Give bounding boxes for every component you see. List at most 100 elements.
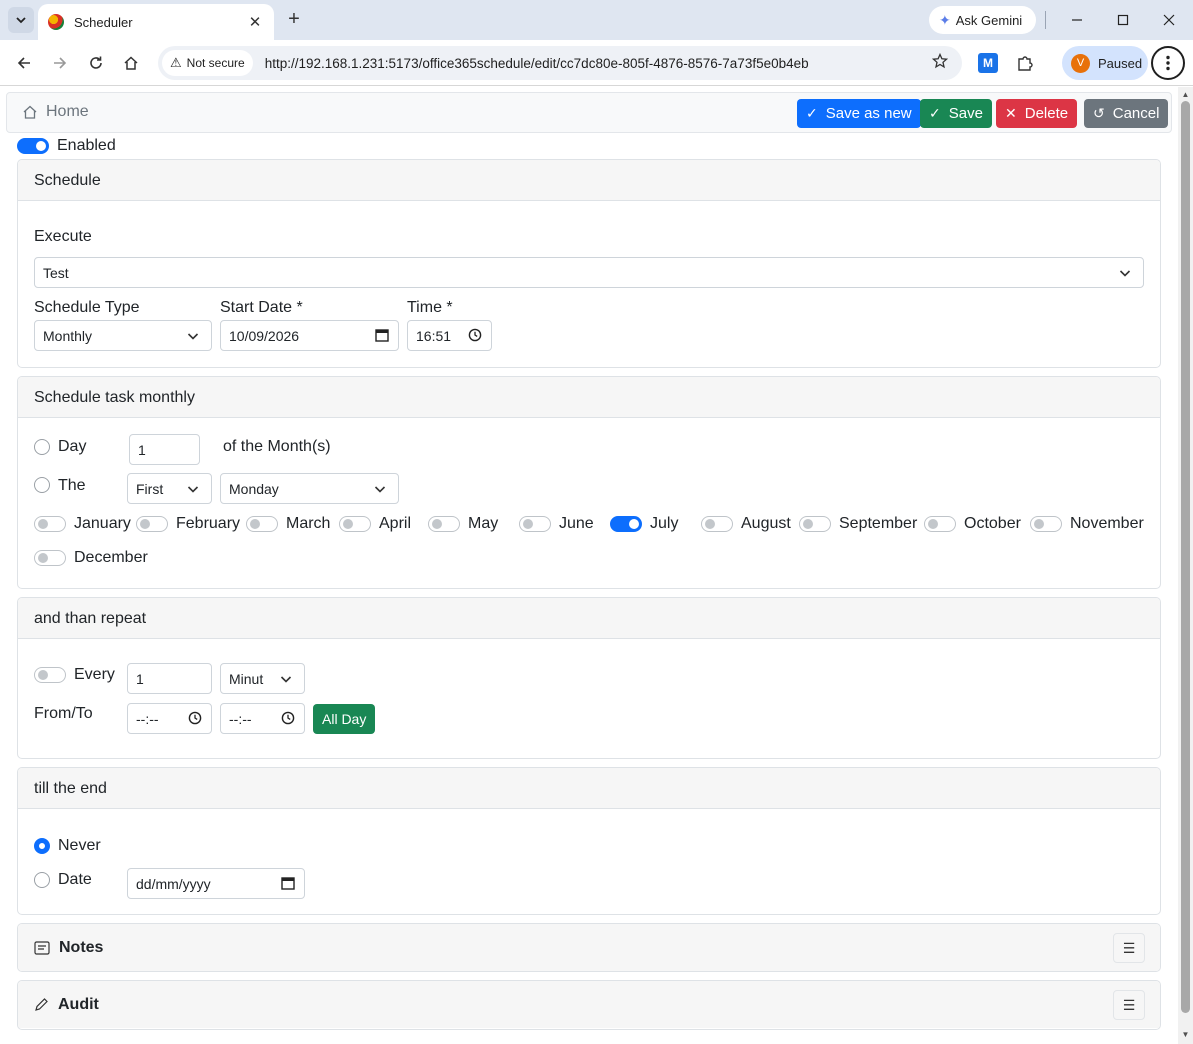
- end-date-radio[interactable]: [34, 872, 50, 888]
- profile-button[interactable]: V Paused: [1062, 46, 1148, 80]
- month-toggle-november[interactable]: November: [1030, 515, 1144, 533]
- month-toggle-september[interactable]: September: [799, 515, 917, 533]
- start-date-input[interactable]: 10/09/2026: [220, 320, 399, 351]
- repeat-unit-select[interactable]: Minut: [220, 663, 305, 694]
- to-time-input[interactable]: --:--: [220, 703, 305, 734]
- never-radio[interactable]: [34, 838, 50, 854]
- month-toggle-february[interactable]: February: [136, 515, 240, 533]
- day-label: Day: [58, 438, 87, 455]
- every-switch[interactable]: [34, 667, 66, 683]
- month-switch[interactable]: [246, 516, 278, 532]
- security-label: Not secure: [186, 56, 245, 70]
- audit-toggle-button[interactable]: ☰: [1113, 990, 1145, 1020]
- all-day-button[interactable]: All Day: [313, 704, 376, 734]
- weekday-value: Monday: [229, 480, 279, 497]
- weekday-select[interactable]: Monday: [220, 473, 399, 504]
- tab-close-icon[interactable]: ✕: [246, 13, 264, 31]
- notes-header[interactable]: Notes: [18, 924, 1160, 971]
- month-switch[interactable]: [610, 516, 642, 532]
- notes-toggle-button[interactable]: ☰: [1113, 933, 1145, 963]
- ask-gemini-button[interactable]: ✦ Ask Gemini: [929, 6, 1036, 34]
- from-time-input[interactable]: --:--: [127, 703, 212, 734]
- month-toggle-april[interactable]: April: [339, 515, 411, 533]
- month-toggle-march[interactable]: March: [246, 515, 330, 533]
- month-switch[interactable]: [136, 516, 168, 532]
- security-indicator[interactable]: ⚠ Not secure: [162, 50, 253, 76]
- month-toggle-may[interactable]: May: [428, 515, 498, 533]
- new-tab-button[interactable]: +: [282, 8, 306, 32]
- time-label: Time *: [407, 299, 453, 316]
- browser-menu-button[interactable]: [1151, 46, 1185, 80]
- the-radio[interactable]: [34, 477, 50, 493]
- end-date-input[interactable]: dd/mm/yyyy: [127, 868, 305, 899]
- month-label: October: [964, 515, 1021, 532]
- save-as-new-button[interactable]: ✓ Save as new: [797, 99, 921, 128]
- repeat-header: and than repeat: [18, 598, 1160, 639]
- app-favicon-icon: [48, 14, 64, 30]
- arrow-left-icon: [17, 57, 30, 69]
- chevron-down-icon: [1119, 270, 1131, 277]
- address-bar[interactable]: ⚠ Not secure http://192.168.1.231:5173/o…: [158, 46, 962, 80]
- time-input[interactable]: 16:51: [407, 320, 492, 351]
- home-button[interactable]: [119, 51, 143, 75]
- clock-icon[interactable]: [188, 711, 202, 725]
- enabled-switch[interactable]: [17, 138, 49, 154]
- audit-header[interactable]: Audit: [18, 981, 1160, 1028]
- month-toggle-december[interactable]: December: [34, 549, 148, 567]
- forward-button[interactable]: [48, 51, 72, 75]
- scrollbar-thumb[interactable]: [1181, 101, 1190, 1013]
- month-toggle-october[interactable]: October: [924, 515, 1021, 533]
- calendar-icon[interactable]: [281, 876, 295, 890]
- day-radio[interactable]: [34, 439, 50, 455]
- month-label: November: [1070, 515, 1144, 532]
- extensions-button[interactable]: [1013, 51, 1037, 75]
- reload-button[interactable]: [84, 51, 108, 75]
- scroll-down-arrow-icon[interactable]: ▼: [1180, 1030, 1191, 1040]
- home-link[interactable]: Home: [22, 103, 89, 121]
- tab-search-button[interactable]: [8, 7, 34, 33]
- undo-icon: ↺: [1093, 105, 1105, 121]
- month-toggle-january[interactable]: January: [34, 515, 131, 533]
- month-switch[interactable]: [1030, 516, 1062, 532]
- clock-icon[interactable]: [281, 711, 295, 725]
- ordinal-value: First: [136, 480, 164, 497]
- month-switch[interactable]: [701, 516, 733, 532]
- month-switch[interactable]: [428, 516, 460, 532]
- save-label: Save: [948, 105, 983, 122]
- minimize-button[interactable]: [1065, 8, 1089, 32]
- close-window-button[interactable]: [1157, 8, 1181, 32]
- month-switch[interactable]: [34, 516, 66, 532]
- delete-button[interactable]: ✕ Delete: [996, 99, 1078, 128]
- monthly-header: Schedule task monthly: [18, 377, 1160, 418]
- maximize-button[interactable]: [1111, 8, 1135, 32]
- extension-m-icon[interactable]: M: [978, 53, 998, 73]
- bookmark-star-icon[interactable]: [931, 52, 949, 74]
- execute-select[interactable]: Test: [34, 257, 1144, 288]
- month-toggle-june[interactable]: June: [519, 515, 594, 533]
- execute-label: Execute: [34, 228, 92, 245]
- every-number-input[interactable]: 1: [127, 663, 212, 694]
- month-toggle-july[interactable]: July: [610, 515, 678, 533]
- cancel-button[interactable]: ↺ Cancel: [1084, 99, 1169, 128]
- month-toggle-august[interactable]: August: [701, 515, 791, 533]
- month-switch[interactable]: [34, 550, 66, 566]
- month-switch[interactable]: [339, 516, 371, 532]
- clock-icon[interactable]: [468, 328, 482, 342]
- calendar-icon[interactable]: [375, 328, 389, 342]
- ordinal-select[interactable]: First: [127, 473, 212, 504]
- enabled-label: Enabled: [57, 137, 116, 154]
- month-switch[interactable]: [519, 516, 551, 532]
- scroll-up-arrow-icon[interactable]: ▲: [1180, 90, 1191, 100]
- month-switch[interactable]: [799, 516, 831, 532]
- schedule-type-select[interactable]: Monthly: [34, 320, 212, 351]
- enabled-toggle-row: Enabled: [17, 137, 116, 155]
- month-switch[interactable]: [924, 516, 956, 532]
- browser-tab[interactable]: Scheduler ✕: [38, 4, 274, 40]
- save-button[interactable]: ✓ Save: [920, 99, 992, 128]
- audit-title: Audit: [58, 995, 99, 1013]
- minimize-icon: [1072, 19, 1082, 21]
- url-text[interactable]: http://192.168.1.231:5173/office365sched…: [265, 56, 932, 71]
- back-button[interactable]: [12, 51, 36, 75]
- warning-triangle-icon: ⚠: [170, 55, 182, 70]
- day-number-input[interactable]: 1: [129, 434, 200, 465]
